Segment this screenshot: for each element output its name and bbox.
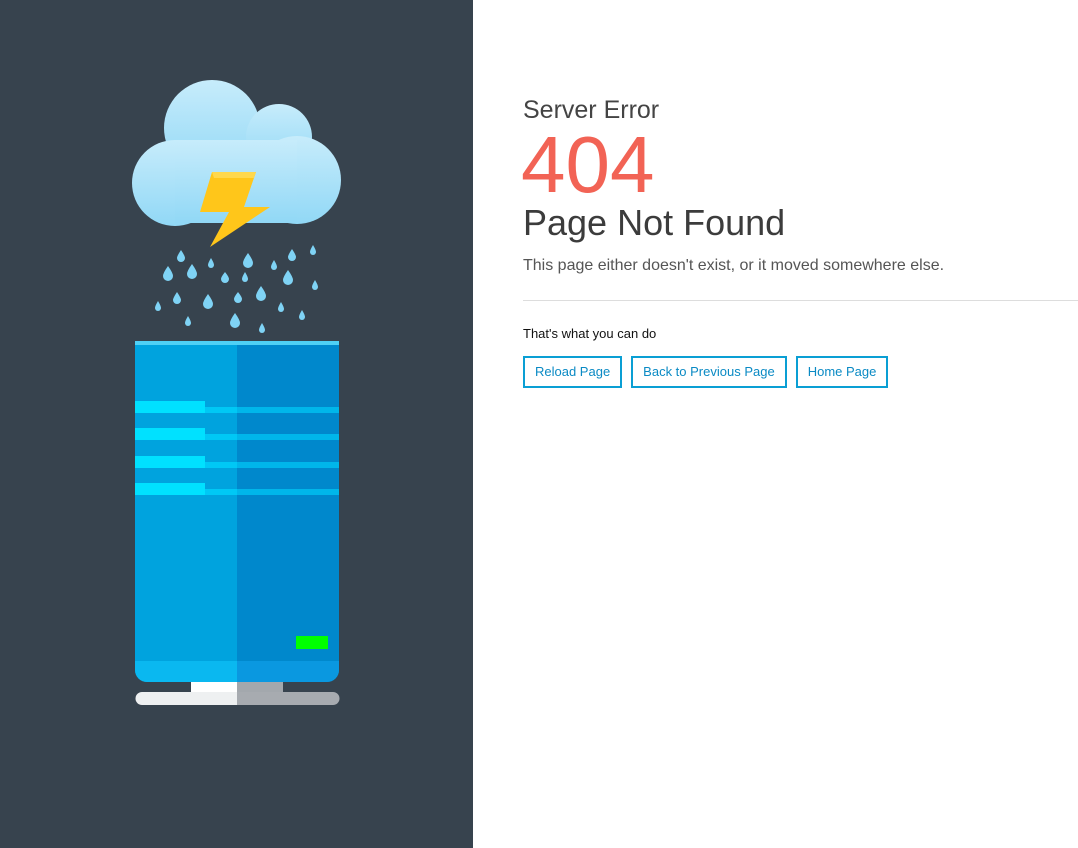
left-panel — [0, 0, 473, 848]
server-icon — [135, 341, 340, 705]
action-buttons: Reload Page Back to Previous Page Home P… — [523, 356, 1078, 388]
rain-drops — [155, 245, 318, 333]
main-panel: Server Error 404 Page Not Found This pag… — [473, 0, 1078, 848]
page-title: Page Not Found — [523, 202, 786, 243]
divider — [523, 300, 1078, 301]
back-to-previous-page-button[interactable]: Back to Previous Page — [631, 356, 787, 388]
server-rain-illustration — [132, 80, 341, 705]
error-content: Server Error 404 Page Not Found This pag… — [521, 95, 1078, 388]
error-message: This page either doesn't exist, or it mo… — [523, 257, 945, 274]
status-light-icon — [296, 636, 328, 649]
reload-page-button[interactable]: Reload Page — [523, 356, 623, 388]
home-page-button[interactable]: Home Page — [795, 356, 889, 388]
error-code: 404 — [521, 120, 655, 209]
actions-label: That's what you can do — [523, 326, 657, 341]
